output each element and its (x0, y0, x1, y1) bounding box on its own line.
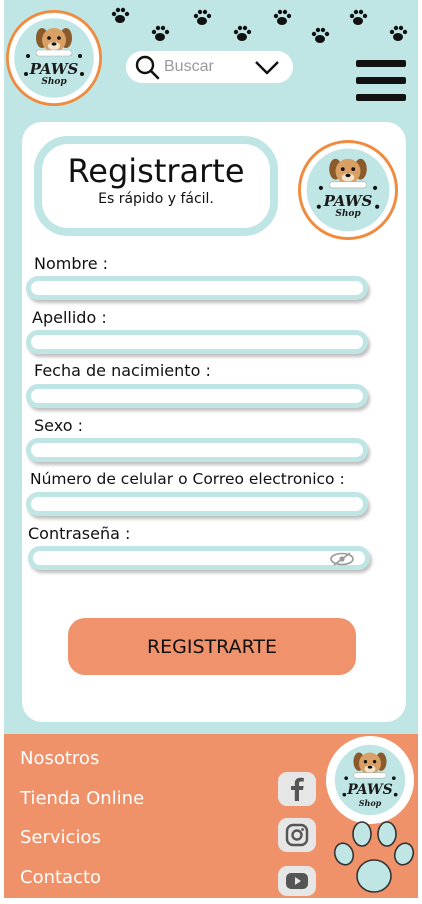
fecha-nacimiento-input[interactable] (31, 393, 363, 408)
contacto-input[interactable] (31, 501, 363, 516)
footer-link-contacto[interactable]: Contacto (20, 867, 101, 888)
paw-print-icon (233, 25, 252, 41)
contrasena-field[interactable] (28, 546, 370, 570)
footer-link-tienda-online[interactable]: Tienda Online (20, 788, 144, 809)
dog-logo-icon (342, 752, 398, 797)
page-subtitle: Es rápido y fácil. (98, 191, 214, 208)
paw-print-icon (311, 27, 330, 43)
dog-logo-icon (316, 158, 380, 209)
label-apellido: Apellido : (32, 308, 107, 327)
instagram-icon[interactable] (278, 818, 316, 852)
logo-text-paws: PAWS (323, 192, 373, 210)
page-title: Registrarte (67, 152, 245, 190)
fecha-nacimiento-field[interactable] (26, 384, 368, 408)
youtube-icon[interactable] (278, 866, 316, 896)
logo-text-shop: Shop (335, 209, 361, 219)
paw-print-icon (273, 9, 292, 25)
footer-link-nosotros[interactable]: Nosotros (20, 748, 99, 769)
registration-card: Registrarte Es rápido y fácil. PAWS Shop… (22, 122, 406, 722)
logo-text-shop: Shop (358, 798, 382, 808)
paw-print-icon (349, 9, 368, 25)
paw-print-icon (151, 25, 170, 41)
sexo-input[interactable] (31, 447, 363, 462)
label-sexo: Sexo : (34, 416, 83, 435)
paw-print-icon (389, 25, 408, 41)
label-fecha-nacimiento: Fecha de nacimiento : (34, 361, 211, 380)
register-button[interactable]: REGISTRARTE (68, 618, 356, 675)
footer-logo: PAWS Shop (326, 736, 414, 824)
contacto-field[interactable] (26, 492, 368, 516)
header-logo[interactable]: PAWS Shop (6, 10, 102, 106)
nombre-input[interactable] (31, 285, 363, 300)
search-bar[interactable] (126, 51, 293, 83)
search-icon[interactable] (134, 54, 160, 80)
label-nombre: Nombre : (34, 254, 109, 273)
form-logo: PAWS Shop (298, 140, 398, 240)
label-contacto: Número de celular o Correo electronico : (30, 470, 345, 488)
app-frame: PAWS Shop Registrarte Es rápido y fácil. (4, 0, 418, 898)
eye-slash-icon[interactable] (329, 552, 355, 566)
logo-text-shop: Shop (41, 77, 67, 87)
apellido-input[interactable] (31, 339, 363, 354)
footer-link-servicios[interactable]: Servicios (20, 827, 101, 848)
sexo-field[interactable] (26, 438, 368, 462)
paw-print-icon (111, 7, 130, 23)
label-contrasena: Contraseña : (28, 524, 131, 543)
paw-print-icon (193, 9, 212, 25)
title-box: Registrarte Es rápido y fácil. (34, 136, 278, 236)
apellido-field[interactable] (26, 330, 368, 354)
facebook-icon[interactable] (278, 772, 316, 806)
nombre-field[interactable] (26, 276, 368, 300)
hamburger-menu-icon[interactable] (356, 60, 406, 104)
logo-text-paws: PAWS (347, 782, 393, 798)
dog-logo-icon (24, 28, 84, 76)
contrasena-input[interactable] (33, 555, 365, 570)
logo-text-paws: PAWS (29, 60, 79, 78)
chevron-down-icon[interactable] (254, 58, 280, 76)
paw-print-icon (333, 821, 415, 893)
search-input[interactable] (164, 58, 252, 76)
